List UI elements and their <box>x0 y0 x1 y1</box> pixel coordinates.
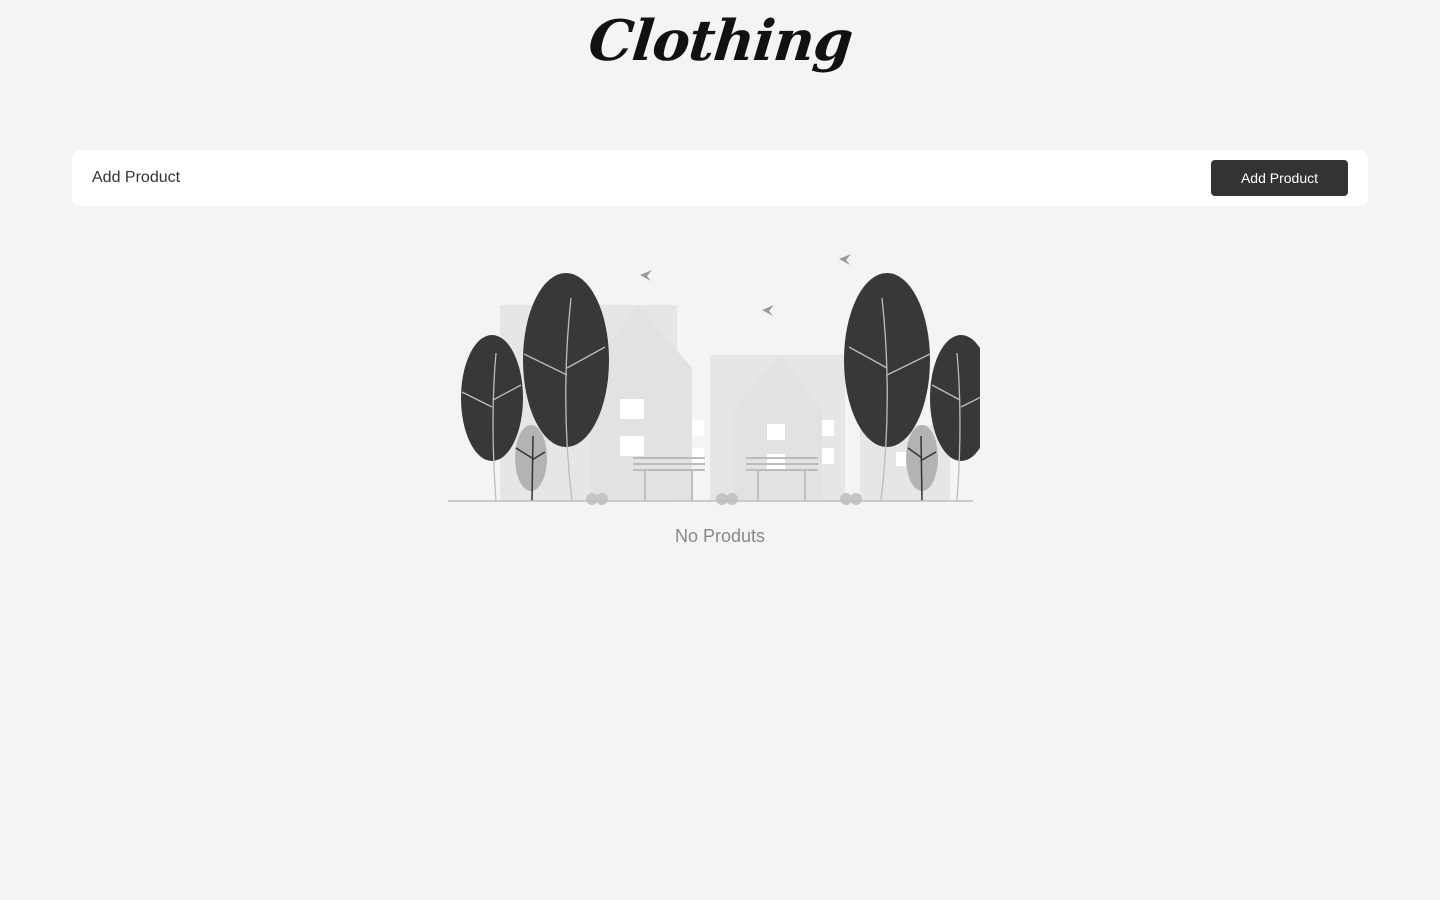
site-header: Clothing <box>0 0 1440 110</box>
empty-state-message: No Produts <box>674 526 766 546</box>
empty-state: No Produts <box>0 240 1440 570</box>
toolbar-title: Add Product <box>92 169 181 186</box>
empty-park-illustration <box>448 254 980 505</box>
add-product-bar: Add Product Add Product <box>72 150 1368 206</box>
brand-logo[interactable]: Clothing <box>585 8 855 74</box>
add-product-button[interactable]: Add Product <box>1211 160 1348 196</box>
